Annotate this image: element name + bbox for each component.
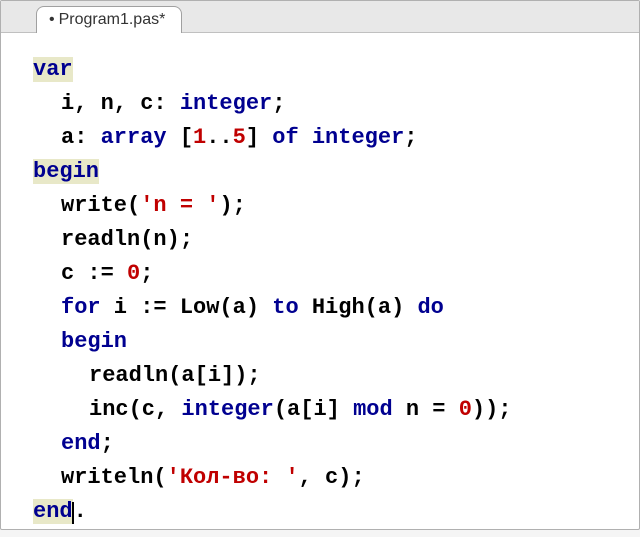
tab-filename: Program1.pas* bbox=[59, 11, 166, 29]
number-literal: 0 bbox=[127, 261, 140, 286]
keyword-begin: begin bbox=[33, 159, 99, 184]
code-text: ; bbox=[101, 431, 114, 456]
keyword-mod: mod bbox=[353, 397, 393, 422]
code-text: readln(a[i]); bbox=[89, 363, 261, 388]
code-text: c := bbox=[61, 261, 127, 286]
code-line: write('n = '); bbox=[33, 189, 631, 223]
code-line: end. bbox=[33, 495, 631, 529]
code-text: High(a) bbox=[299, 295, 418, 320]
code-line: a: array [1..5] of integer; bbox=[33, 121, 631, 155]
type-integer: integer bbox=[312, 125, 404, 150]
code-text bbox=[299, 125, 312, 150]
modified-dot-icon: • bbox=[49, 11, 55, 29]
code-line: begin bbox=[33, 325, 631, 359]
keyword-array: array bbox=[101, 125, 167, 150]
tab-bar: •Program1.pas* bbox=[1, 1, 639, 33]
code-line: i, n, c: integer; bbox=[33, 87, 631, 121]
keyword-do: do bbox=[417, 295, 443, 320]
editor-window: •Program1.pas* var i, n, c: integer; a: … bbox=[0, 0, 640, 530]
code-text: i, n, c: bbox=[61, 91, 180, 116]
code-text: , c); bbox=[299, 465, 365, 490]
code-line: c := 0; bbox=[33, 257, 631, 291]
code-text: .. bbox=[206, 125, 232, 150]
string-literal: 'n = ' bbox=[140, 193, 219, 218]
keyword-for: for bbox=[61, 295, 101, 320]
code-line: inc(c, integer(a[i] mod n = 0)); bbox=[33, 393, 631, 427]
string-literal: 'Кол-во: ' bbox=[167, 465, 299, 490]
number-literal: 0 bbox=[459, 397, 472, 422]
code-text: i := Low(a) bbox=[101, 295, 273, 320]
code-text: ; bbox=[272, 91, 285, 116]
code-line: var bbox=[33, 53, 631, 87]
code-line: readln(n); bbox=[33, 223, 631, 257]
code-text: )); bbox=[472, 397, 512, 422]
code-line: end; bbox=[33, 427, 631, 461]
number-literal: 5 bbox=[233, 125, 246, 150]
code-text: n = bbox=[393, 397, 459, 422]
code-text: a: bbox=[61, 125, 101, 150]
file-tab[interactable]: •Program1.pas* bbox=[36, 6, 182, 33]
code-text: (a[i] bbox=[274, 397, 353, 422]
code-text: readln(n); bbox=[61, 227, 193, 252]
keyword-end: end bbox=[61, 431, 101, 456]
code-text: inc(c, bbox=[89, 397, 181, 422]
type-integer: integer bbox=[180, 91, 272, 116]
keyword-of: of bbox=[272, 125, 298, 150]
code-text: . bbox=[74, 499, 87, 524]
code-text: ; bbox=[140, 261, 153, 286]
code-line: begin bbox=[33, 155, 631, 189]
code-text: ] bbox=[246, 125, 272, 150]
type-integer: integer bbox=[181, 397, 273, 422]
code-text: ); bbox=[219, 193, 245, 218]
code-text: ; bbox=[404, 125, 417, 150]
code-text: write( bbox=[61, 193, 140, 218]
keyword-end: end bbox=[33, 499, 73, 524]
code-text: [ bbox=[167, 125, 193, 150]
keyword-var: var bbox=[33, 57, 73, 82]
code-editor[interactable]: var i, n, c: integer; a: array [1..5] of… bbox=[1, 33, 639, 537]
keyword-begin: begin bbox=[61, 329, 127, 354]
code-line: for i := Low(a) to High(a) do bbox=[33, 291, 631, 325]
number-literal: 1 bbox=[193, 125, 206, 150]
keyword-to: to bbox=[272, 295, 298, 320]
code-line: readln(a[i]); bbox=[33, 359, 631, 393]
code-line: writeln('Кол-во: ', c); bbox=[33, 461, 631, 495]
code-text: writeln( bbox=[61, 465, 167, 490]
